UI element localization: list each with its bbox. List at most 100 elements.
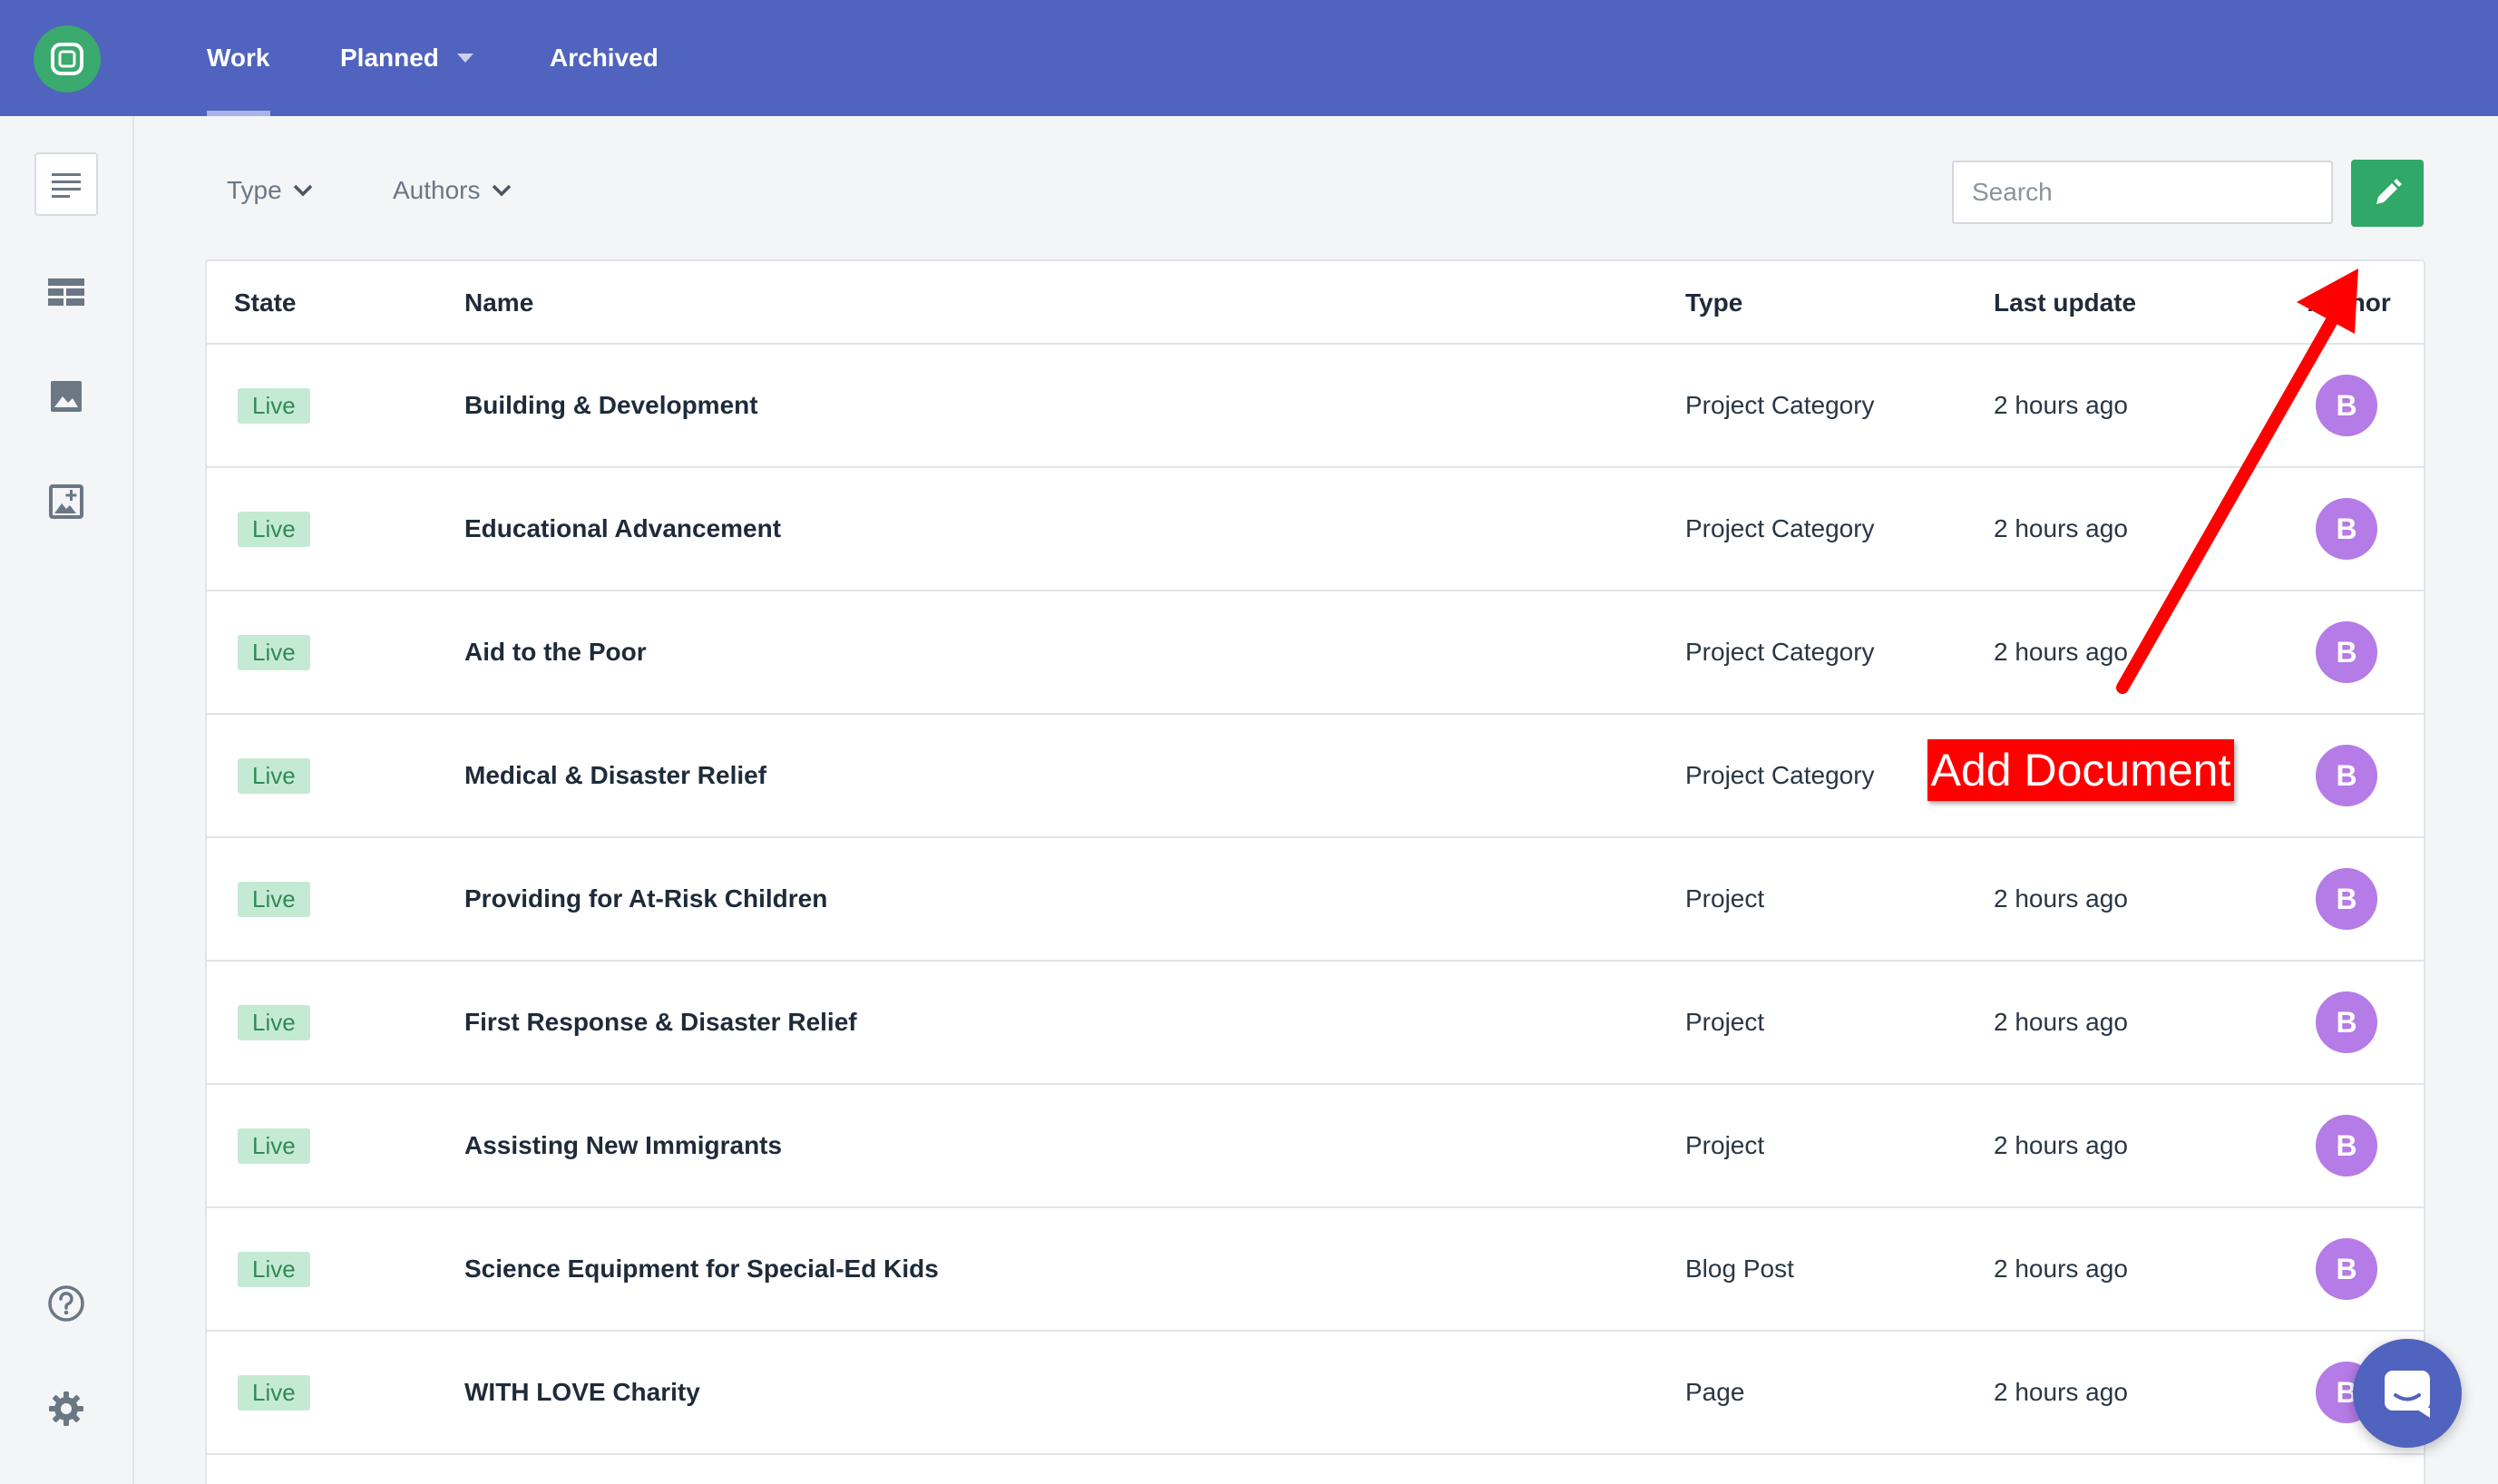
logo-area [0, 0, 134, 116]
document-type: Project [1685, 1008, 1765, 1036]
status-badge: Live [238, 1374, 310, 1411]
status-badge: Live [238, 511, 310, 547]
state-cell: Live [238, 1208, 310, 1330]
last-update: 2 hours ago [1994, 1378, 2128, 1406]
last-update: 2 hours ago [1994, 638, 2128, 666]
state-cell: Live [238, 962, 310, 1083]
status-badge: Live [238, 1251, 310, 1287]
avatar: B [2316, 991, 2377, 1053]
table-row[interactable]: Live Science Equipment for Special-Ed Kid… [207, 1208, 2424, 1332]
header-last-update[interactable]: Last update [1994, 261, 2136, 345]
image-add-icon [49, 484, 83, 519]
sidebar-item-layout[interactable] [34, 260, 98, 324]
document-name[interactable]: Science Equipment for Special-Ed Kids [464, 1208, 939, 1330]
header-type[interactable]: Type [1685, 261, 1742, 345]
header-author[interactable]: Author [2308, 261, 2391, 345]
document-name[interactable]: First Response & Disaster Relief [464, 962, 857, 1083]
help-icon [48, 1285, 84, 1322]
app-sidebar [0, 0, 134, 1484]
table-row[interactable]: Live Building & Development Project Catego… [207, 345, 2424, 468]
document-name[interactable]: Medical & Disaster Relief [464, 715, 766, 836]
last-update: 2 hours ago [1994, 1008, 2128, 1036]
pencil-icon [2376, 179, 2402, 204]
document-name[interactable]: Assisting New Immigrants [464, 1085, 782, 1206]
chevron-down-icon [492, 184, 511, 197]
document-type: Project Category [1685, 514, 1875, 542]
avatar: B [2316, 498, 2377, 560]
status-badge: Live [238, 634, 310, 670]
avatar: B [2316, 745, 2377, 806]
sidebar-item-help[interactable] [34, 1272, 98, 1335]
document-name[interactable]: Building & Development [464, 345, 758, 466]
add-document-button[interactable] [2351, 160, 2424, 227]
avatar: B [2316, 1238, 2377, 1300]
search-input[interactable] [1952, 161, 2333, 224]
table-row[interactable]: Live Aid to the Poor Project Category 2 hou… [207, 591, 2424, 715]
tab-work-label: Work [207, 44, 270, 72]
table-row[interactable]: Live Educational Advancement Project Categ… [207, 468, 2424, 591]
avatar: B [2316, 868, 2377, 930]
sidebar-item-documents[interactable] [34, 152, 98, 216]
table-row[interactable]: Live Assisting New Immigrants Project 2 hou… [207, 1085, 2424, 1208]
tab-work[interactable]: Work [207, 0, 270, 116]
tab-archived-label: Archived [550, 44, 659, 72]
document-name[interactable]: WITH LOVE Charity [464, 1332, 700, 1453]
chevron-down-icon [293, 184, 312, 197]
avatar: B [2316, 621, 2377, 683]
header-state[interactable]: State [234, 261, 296, 345]
table-row[interactable]: Live Providing for At-Risk Children Projec… [207, 838, 2424, 962]
status-badge: Live [238, 757, 310, 794]
sidebar-item-settings[interactable] [34, 1377, 98, 1440]
sidebar-item-media[interactable] [34, 365, 98, 428]
document-type: Blog Post [1685, 1255, 1794, 1283]
status-badge: Live [238, 881, 310, 917]
status-badge: Live [238, 1128, 310, 1164]
app-logo[interactable] [34, 25, 101, 93]
table-row[interactable]: Live WITH LOVE Charity Page 2 hours ago B [207, 1332, 2424, 1455]
document-name[interactable]: Providing for At-Risk Children [464, 838, 827, 960]
annotation-label: Add Document [1927, 739, 2234, 801]
chat-widget-button[interactable] [2353, 1339, 2462, 1448]
avatar: B [2316, 1115, 2377, 1176]
logo-icon [51, 43, 83, 75]
state-cell: Live [238, 345, 310, 466]
document-type: Project Category [1685, 638, 1875, 666]
table-layout-icon [48, 278, 84, 306]
active-tab-indicator [207, 111, 270, 116]
image-icon [51, 381, 82, 412]
state-cell: Live [238, 1085, 310, 1206]
authors-filter[interactable]: Authors [393, 169, 512, 212]
tab-archived[interactable]: Archived [550, 0, 659, 116]
caret-down-icon [456, 54, 473, 63]
type-filter[interactable]: Type [227, 169, 313, 212]
document-type: Project [1685, 1131, 1765, 1159]
state-cell: Live [238, 1332, 310, 1453]
chat-icon [2385, 1371, 2430, 1418]
authors-filter-label: Authors [393, 176, 481, 204]
last-update: 2 hours ago [1994, 1255, 2128, 1283]
table-header: State Name Type Last update Author [207, 261, 2424, 345]
document-type: Project Category [1685, 391, 1875, 419]
document-list-icon [52, 173, 81, 198]
sidebar-item-media-add[interactable] [34, 470, 98, 533]
tab-planned[interactable]: Planned [340, 0, 473, 116]
gear-icon [49, 1391, 83, 1426]
status-badge: Live [238, 387, 310, 424]
tab-planned-label: Planned [340, 44, 439, 72]
state-cell: Live [238, 838, 310, 960]
document-name[interactable]: Educational Advancement [464, 468, 781, 590]
last-update: 2 hours ago [1994, 1131, 2128, 1159]
state-cell: Live [238, 715, 310, 836]
document-name[interactable]: Aid to the Poor [464, 591, 647, 713]
header-name[interactable]: Name [464, 261, 533, 345]
top-nav-bar: Work Planned Archived [134, 0, 2498, 116]
document-type: Project [1685, 884, 1765, 913]
last-update: 2 hours ago [1994, 884, 2128, 913]
state-cell: Live [238, 468, 310, 590]
table-row[interactable]: Live First Response & Disaster Relief Proj… [207, 962, 2424, 1085]
document-type: Page [1685, 1378, 1745, 1406]
type-filter-label: Type [227, 176, 282, 204]
document-type: Project Category [1685, 761, 1875, 789]
status-badge: Live [238, 1004, 310, 1040]
last-update: 2 hours ago [1994, 514, 2128, 542]
